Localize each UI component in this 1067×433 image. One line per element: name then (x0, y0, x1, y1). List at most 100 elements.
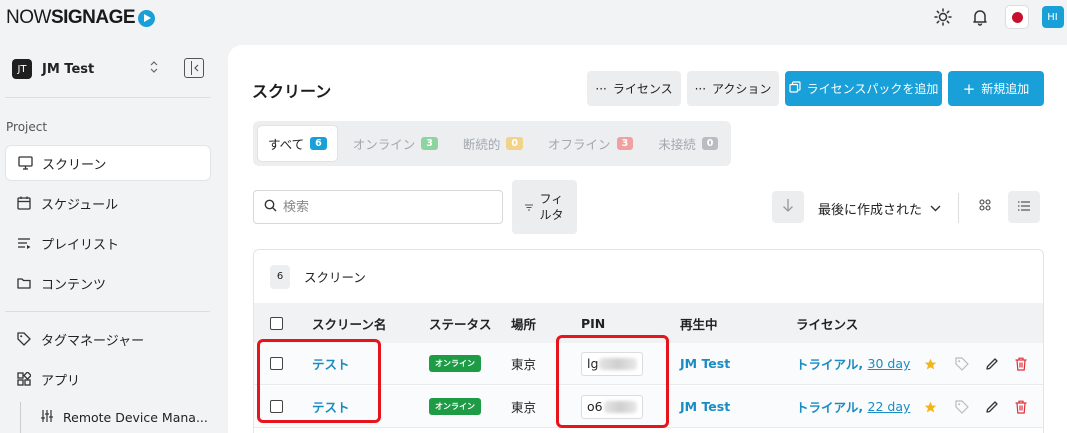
chevron-up-down-icon (150, 61, 158, 76)
page-title: スクリーン (252, 82, 332, 101)
license-link[interactable]: トライアル, 30 day (796, 343, 910, 384)
tab-count-badge: 3 (616, 137, 634, 150)
monitor-icon (17, 155, 33, 171)
tag-icon[interactable] (954, 356, 970, 372)
sidebar-item-label: スケジュール (41, 197, 119, 213)
add-new-button[interactable]: + 新規追加 (948, 71, 1044, 106)
license-type: トライアル (796, 357, 859, 372)
playing-link[interactable]: JM Test (680, 343, 730, 384)
license-link[interactable]: トライアル, 22 day (796, 386, 910, 427)
sidebar-item-content[interactable]: コンテンツ (5, 265, 211, 301)
sidebar: JT JM Test Project スクリーン スケジュール プレイリスト コ… (0, 36, 222, 433)
pencil-icon[interactable] (984, 356, 1000, 372)
tag-icon[interactable] (954, 399, 970, 415)
grid-icon (979, 199, 991, 215)
star-icon[interactable] (922, 399, 938, 415)
top-icons: HI (919, 4, 1067, 30)
star-icon[interactable] (922, 356, 938, 372)
folder-icon (16, 275, 32, 291)
ellipsis-icon: ··· (595, 81, 607, 96)
column-header-location[interactable]: 場所 (511, 303, 536, 343)
status-cell: オンライン (429, 386, 481, 427)
sliders-icon (41, 410, 53, 425)
brand-logo[interactable]: NOW SIGNAGE (6, 7, 156, 29)
sidebar-item-label: コンテンツ (41, 277, 107, 293)
action-menu-button[interactable]: ··· アクション (687, 71, 779, 106)
license-button-label: ライセンス (612, 82, 673, 96)
sidebar-subitem-label: Remote Device Mana... (63, 410, 208, 425)
filter-label-line1: フィ (539, 192, 564, 206)
sidebar-item-tag-manager[interactable]: タグマネージャー (5, 321, 211, 357)
calendar-icon (16, 195, 32, 211)
trash-icon[interactable] (1013, 356, 1029, 372)
column-header-playing[interactable]: 再生中 (680, 303, 718, 343)
user-menu-button[interactable]: HI (1041, 4, 1067, 30)
japan-flag-icon (1005, 5, 1029, 29)
add-license-pack-button[interactable]: ライセンスパックを追加 (785, 71, 942, 106)
play-icon (138, 9, 156, 27)
add-new-label: 新規追加 (981, 82, 1030, 96)
tab-count-badge: 3 (421, 137, 438, 150)
top-bar: NOW SIGNAGE HI (0, 0, 1067, 36)
table-count-badge: 6 (270, 264, 290, 289)
ellipsis-icon: ··· (694, 81, 707, 96)
tab-count-badge: 6 (310, 137, 327, 150)
column-header-name[interactable]: スクリーン名 (312, 303, 386, 343)
license-days: 30 day (867, 356, 911, 371)
sidebar-item-playlist[interactable]: プレイリスト (5, 225, 211, 261)
action-button-label: アクション (712, 82, 772, 96)
tab-offline[interactable]: オフライン 3 (538, 125, 643, 162)
column-header-license[interactable]: ライセンス (796, 303, 858, 343)
sidebar-subitem-remote-device-manager[interactable]: Remote Device Mana... (20, 402, 210, 433)
highlight-box-screen-names (257, 339, 381, 423)
highlight-box-pins (556, 335, 669, 428)
sort-select[interactable]: 最後に作成された (818, 199, 941, 218)
tab-count-badge: 0 (701, 137, 719, 150)
tab-count-badge: 0 (506, 137, 524, 150)
grid-view-button[interactable] (969, 191, 1001, 223)
license-days: 22 day (867, 399, 911, 414)
sun-icon[interactable] (930, 4, 956, 30)
tab-label: オフライン (548, 137, 611, 152)
plus-icon: + (962, 79, 976, 98)
status-cell: オンライン (429, 343, 481, 384)
sidebar-collapse-icon[interactable] (184, 58, 204, 78)
logo-text-now: NOW (6, 7, 51, 28)
select-all-cell (270, 303, 283, 343)
sidebar-item-label: スクリーン (42, 157, 107, 173)
workspace-switcher[interactable]: JT JM Test (12, 58, 210, 79)
language-flag-button[interactable] (1004, 4, 1030, 30)
sidebar-divider (5, 311, 210, 312)
tab-all[interactable]: すべて 6 (257, 125, 338, 162)
search-box (253, 190, 503, 224)
chevron-down-icon (930, 201, 941, 216)
location-cell: 東京 (511, 357, 537, 372)
pencil-icon[interactable] (984, 399, 1000, 415)
workspace-name: JM Test (42, 61, 95, 77)
filter-button[interactable]: フィ ルタ (512, 180, 577, 234)
location-cell: 東京 (511, 400, 537, 415)
column-header-status[interactable]: ステータス (429, 303, 492, 343)
playing-link[interactable]: JM Test (680, 386, 730, 427)
toolbar-divider (958, 193, 959, 223)
trash-icon[interactable] (1013, 399, 1029, 415)
playlist-icon (16, 235, 32, 251)
sidebar-item-schedule[interactable]: スケジュール (5, 185, 211, 221)
apps-grid-icon (16, 371, 32, 387)
list-view-button[interactable] (1008, 191, 1040, 223)
status-tabs: すべて 6 オンライン 3 断続的 0 オフライン 3 未接続 0 (253, 121, 731, 166)
tab-label: すべて (268, 137, 305, 152)
sidebar-item-label: タグマネージャー (41, 333, 145, 349)
select-all-checkbox[interactable] (270, 316, 283, 330)
bell-icon[interactable] (967, 4, 993, 30)
license-menu-button[interactable]: ··· ライセンス (587, 71, 681, 106)
sidebar-item-apps[interactable]: アプリ (5, 361, 211, 397)
license-type: トライアル (796, 400, 859, 415)
search-input[interactable] (283, 199, 483, 215)
workspace-avatar: JT (12, 59, 32, 79)
tab-online[interactable]: オンライン 3 (343, 125, 448, 162)
sidebar-item-screens[interactable]: スクリーン (5, 145, 211, 181)
tab-intermittent[interactable]: 断続的 0 (453, 125, 533, 162)
sort-direction-button[interactable] (772, 191, 804, 223)
tab-not-connected[interactable]: 未接続 0 (648, 125, 728, 162)
